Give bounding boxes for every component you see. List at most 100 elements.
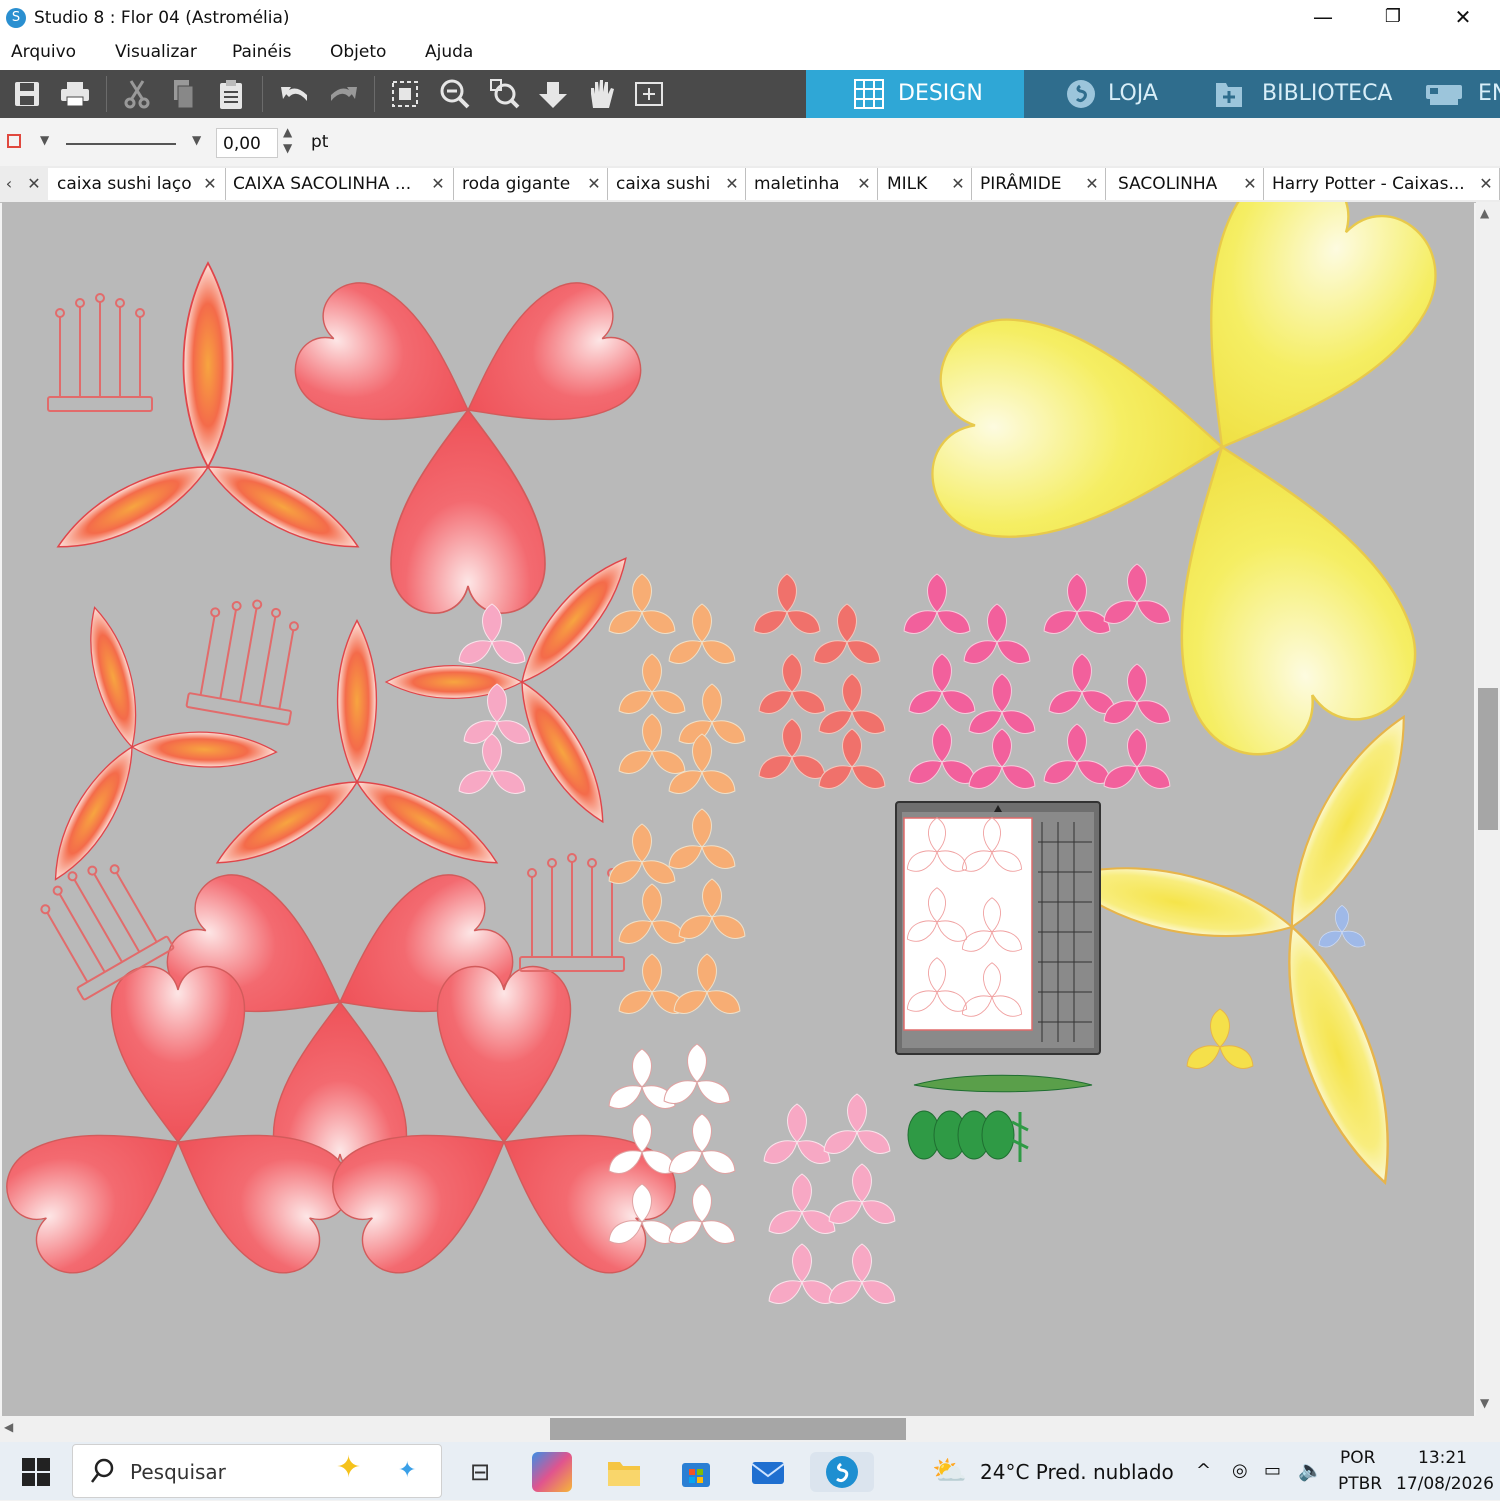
line-color-swatch[interactable] <box>7 134 21 148</box>
search-icon <box>90 1458 114 1488</box>
horizontal-scroll-thumb[interactable] <box>550 1418 906 1440</box>
tab-store[interactable]: LOJA <box>1024 70 1204 118</box>
tab-design-label: DESIGN <box>898 81 983 106</box>
taskbar-search-box[interactable] <box>72 1444 442 1498</box>
close-tab-icon[interactable]: ✕ <box>584 168 604 200</box>
network-icon[interactable]: ▭ <box>1264 1460 1281 1481</box>
line-width-stepper[interactable]: ▲ ▼ <box>283 124 292 156</box>
windows-start-icon[interactable] <box>22 1458 50 1490</box>
cutter-machine-icon <box>1426 85 1462 105</box>
close-tab-icon[interactable]: ✕ <box>854 168 874 200</box>
store-icon[interactable] <box>676 1452 716 1492</box>
tab-store-label: LOJA <box>1108 81 1158 106</box>
copy-icon[interactable] <box>164 76 202 112</box>
chevron-down-icon[interactable]: ▼ <box>40 133 49 147</box>
doc-tab-label: MILK <box>887 174 928 194</box>
clock-date[interactable]: 17/08/2026 <box>1396 1474 1494 1494</box>
small-flower-blue[interactable] <box>1316 905 1369 951</box>
library-icon <box>1216 83 1242 107</box>
restore-button[interactable]: ❐ <box>1358 0 1428 36</box>
select-all-icon[interactable] <box>386 76 424 112</box>
paste-icon[interactable] <box>212 76 250 112</box>
sparkle-icon: ✦ <box>398 1458 417 1483</box>
menu-visualizar[interactable]: Visualizar <box>115 42 197 62</box>
zoom-fit-icon[interactable] <box>486 76 524 112</box>
chevron-left-icon[interactable]: ‹ <box>0 168 18 200</box>
small-flower-yellow[interactable] <box>1182 1009 1257 1074</box>
menu-objeto[interactable]: Objeto <box>330 42 386 62</box>
chevron-up-icon[interactable]: ^ <box>1196 1460 1211 1481</box>
close-tab-icon[interactable]: ✕ <box>24 168 44 200</box>
mail-icon[interactable] <box>748 1452 788 1492</box>
scroll-up-icon[interactable]: ▲ <box>1480 206 1489 220</box>
leaves-shape[interactable] <box>907 1074 1093 1162</box>
menu-arquivo[interactable]: Arquivo <box>11 42 76 62</box>
tab-send-label: EN <box>1478 81 1500 106</box>
close-tab-icon[interactable]: ✕ <box>948 168 968 200</box>
meet-now-icon[interactable]: ◎ <box>1232 1460 1248 1481</box>
close-tab-icon[interactable]: ✕ <box>1082 168 1102 200</box>
tab-library-label: BIBLIOTECA <box>1262 81 1393 106</box>
line-width-unit: pt <box>311 132 329 152</box>
small-flowers-sheet-orange[interactable] <box>604 574 749 1019</box>
grid-icon <box>854 79 884 109</box>
task-view-icon[interactable]: ⊟ <box>460 1452 500 1492</box>
store-logo-icon <box>1067 80 1095 108</box>
doc-tab-label: maletinha <box>754 174 840 194</box>
scroll-down-icon[interactable]: ▼ <box>1480 1396 1489 1410</box>
line-style-preview[interactable] <box>66 143 176 145</box>
silhouette-app-icon: S <box>6 8 26 28</box>
minimize-button[interactable]: — <box>1288 0 1358 36</box>
doc-tab-label: PIRÂMIDE <box>980 174 1062 194</box>
doc-tab-label: Harry Potter - Caixas... <box>1272 174 1465 194</box>
doc-tab[interactable]: CAIXA SACOLINHA ... <box>226 168 454 200</box>
zoom-out-icon[interactable] <box>436 76 474 112</box>
close-tab-icon[interactable]: ✕ <box>722 168 742 200</box>
file-explorer-icon[interactable] <box>604 1452 644 1492</box>
scroll-left-icon[interactable]: ◀ <box>4 1420 13 1434</box>
move-down-icon[interactable] <box>534 76 572 112</box>
volume-icon[interactable]: 🔈 <box>1298 1458 1323 1482</box>
language-indicator-top[interactable]: POR <box>1340 1448 1375 1468</box>
clock-time[interactable]: 13:21 <box>1418 1448 1467 1468</box>
search-input[interactable]: Pesquisar <box>130 1460 226 1484</box>
close-tab-icon[interactable]: ✕ <box>428 168 448 200</box>
tab-library[interactable]: BIBLIOTECA <box>1204 70 1404 118</box>
close-tab-icon[interactable]: ✕ <box>1240 168 1260 200</box>
pan-hand-icon[interactable] <box>582 76 620 112</box>
small-flowers-sheet-red[interactable] <box>749 574 889 794</box>
tab-send[interactable]: EN <box>1404 70 1500 118</box>
add-page-icon[interactable] <box>630 76 668 112</box>
menu-ajuda[interactable]: Ajuda <box>425 42 473 62</box>
redo-icon[interactable] <box>324 76 362 112</box>
weather-text[interactable]: 24°C Pred. nublado <box>980 1460 1174 1484</box>
copilot-sparkle-icon[interactable]: ✦ <box>336 1450 361 1485</box>
toolbar-separator <box>106 76 107 112</box>
cut-icon[interactable] <box>118 76 156 112</box>
doc-tab-active[interactable]: Harry Potter - Caixas... <box>1264 168 1500 200</box>
cutting-mat-preview[interactable] <box>895 801 1101 1055</box>
small-flowers-sheet-pink[interactable] <box>899 564 1174 794</box>
toolbar-separator <box>374 76 375 112</box>
line-width-input[interactable]: 0,00 <box>216 128 278 158</box>
language-indicator-bottom[interactable]: PTBR <box>1338 1474 1382 1494</box>
close-window-button[interactable]: ✕ <box>1428 0 1498 36</box>
save-icon[interactable] <box>8 76 46 112</box>
close-tab-icon[interactable]: ✕ <box>1476 168 1496 200</box>
close-tab-icon[interactable]: ✕ <box>200 168 220 200</box>
menu-paineis[interactable]: Painéis <box>232 42 291 62</box>
design-canvas[interactable] <box>2 202 1474 1416</box>
menu-bar <box>0 36 1500 70</box>
silhouette-studio-taskbar-icon[interactable] <box>810 1452 874 1492</box>
copilot-icon[interactable] <box>532 1452 572 1492</box>
vertical-scroll-thumb[interactable] <box>1478 688 1498 830</box>
undo-icon[interactable] <box>276 76 314 112</box>
chevron-down-icon[interactable]: ▼ <box>192 133 201 147</box>
tab-design[interactable]: DESIGN <box>806 70 1024 118</box>
print-icon[interactable] <box>56 76 94 112</box>
doc-tab-label: CAIXA SACOLINHA ... <box>233 174 412 194</box>
doc-tab-label: caixa sushi <box>616 174 711 194</box>
doc-tab-label: caixa sushi laço <box>57 174 192 194</box>
weather-cloud-icon[interactable]: ⛅ <box>932 1454 967 1487</box>
doc-tab-label: roda gigante <box>462 174 571 194</box>
